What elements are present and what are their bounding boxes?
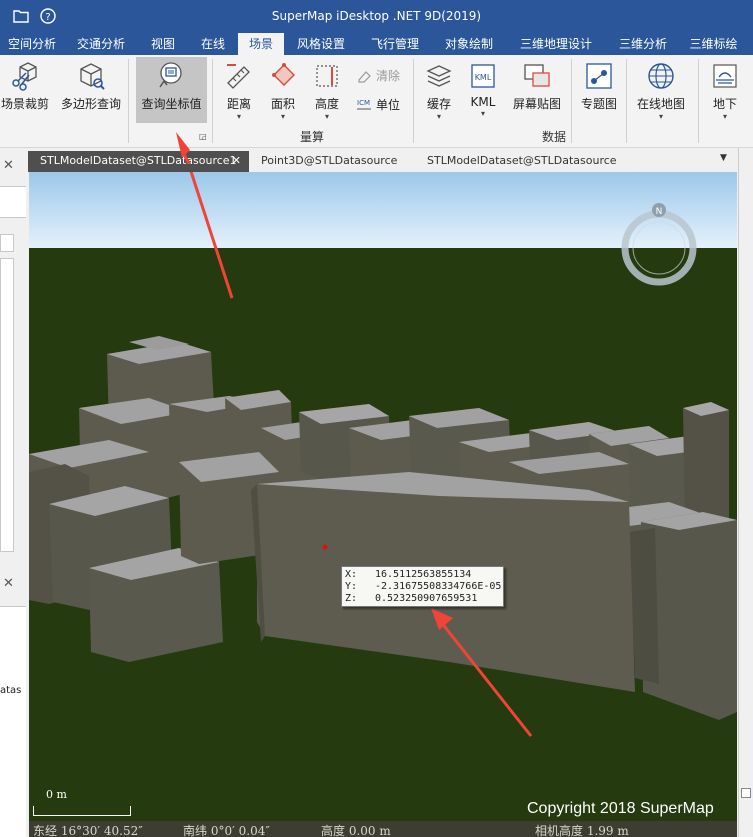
chevron-down-icon: ▾ [324, 112, 329, 121]
underground-icon [713, 64, 737, 88]
area-icon [272, 63, 295, 86]
workspace-tree[interactable] [0, 258, 14, 552]
polygon-query-icon [80, 63, 105, 90]
query-coordinate-icon [158, 62, 182, 88]
distance-button[interactable]: 距离 ▾ [222, 61, 256, 121]
close-icon[interactable]: ✕ [232, 151, 241, 171]
height-icon [316, 65, 338, 87]
group-label-measure: 量算 [300, 130, 325, 144]
scale-bar [33, 806, 131, 816]
ribbon-separator [698, 59, 699, 143]
group-expand-icon[interactable]: ◲ [199, 132, 207, 141]
title-bar: ? SuperMap iDesktop .NET 9D(2019) [0, 0, 753, 33]
document-tabs: STLModelDataset@STLDatasource1 ✕ Point3D… [28, 148, 738, 172]
coordinate-tooltip: X: 16.5112563855134 Y: -2.31675508334766E-… [341, 566, 504, 607]
kml-button[interactable]: KML KML ▾ [466, 61, 500, 118]
scene-clip-icon [12, 62, 37, 91]
thematic-map-icon [586, 63, 612, 89]
status-latitude: 南纬 0°0′ 0.04″ [183, 824, 270, 837]
status-longitude: 东经 16°30′ 40.52″ [33, 824, 143, 837]
status-bar: 东经 16°30′ 40.52″ 南纬 0°0′ 0.04″ 高度 0.00 m… [29, 821, 737, 837]
screen-paste-button[interactable]: 屏幕贴图 [511, 61, 563, 112]
tab-flight-management[interactable]: 飞行管理 [358, 33, 432, 55]
scene-render: N [29, 172, 737, 837]
kml-icon: KML [471, 64, 495, 88]
doc-tab-stl-model-1[interactable]: STLModelDataset@STLDatasource1 ✕ [28, 151, 249, 172]
sky [29, 172, 737, 248]
tab-3d-geodesign[interactable]: 三维地理设计 [506, 33, 606, 55]
tab-spatial-analysis[interactable]: 空间分析 [0, 33, 64, 55]
ribbon-separator [128, 59, 129, 143]
y-coordinate-value: -2.31675508334766E-05 [375, 581, 502, 592]
tab-traffic-analysis[interactable]: 交通分析 [64, 33, 138, 55]
globe-icon [648, 63, 674, 89]
x-coordinate-value: 16.5112563855134 [375, 569, 472, 580]
chevron-down-icon: ▾ [280, 112, 285, 121]
close-icon[interactable]: ✕ [3, 576, 14, 591]
status-camera-height: 相机高度 1.99 m [535, 824, 629, 837]
ribbon-panel: 场景裁剪 多边形查询 查询坐标值 ◲ 距离 ▾ 面积 ▾ 高度 ▾ 清除 ICM… [0, 55, 753, 148]
tab-3d-plotting[interactable]: 三维标绘 [680, 33, 747, 55]
ribbon-separator [413, 59, 414, 143]
compass-north-label: N [656, 207, 663, 217]
chevron-down-icon: ▾ [436, 112, 441, 121]
window-title: SuperMap iDesktop .NET 9D(2019) [271, 9, 482, 23]
tab-3d-analysis[interactable]: 三维分析 [606, 33, 680, 55]
clear-button[interactable]: 清除 [356, 67, 400, 84]
tab-scene[interactable]: 场景 [238, 33, 284, 55]
scene-viewport[interactable]: N [29, 172, 737, 837]
unit-icon: ICM [357, 99, 371, 109]
scene-clip-button[interactable]: 场景裁剪 [0, 61, 50, 112]
online-map-button[interactable]: 在线地图 ▾ [633, 61, 689, 121]
scale-label: 0 m [46, 788, 67, 801]
status-height: 高度 0.00 m [321, 824, 391, 837]
copyright-text: Copyright 2018 SuperMap [527, 800, 714, 817]
ribbon-tabs: 空间分析 交通分析 视图 在线 场景 风格设置 飞行管理 对象绘制 三维地理设计… [0, 33, 753, 55]
chevron-down-icon: ▾ [658, 112, 663, 121]
ribbon-separator [571, 59, 572, 143]
doc-tab-point3d[interactable]: Point3D@STLDatasource [249, 151, 415, 172]
area-button[interactable]: 面积 ▾ [266, 61, 300, 121]
svg-text:KML: KML [475, 73, 492, 82]
thematic-button[interactable]: 专题图 [578, 61, 620, 112]
group-label-data: 数据 [542, 130, 567, 144]
panel-checkbox[interactable] [741, 788, 751, 798]
doc-tab-stl-model[interactable]: STLModelDataset@STLDatasource [415, 151, 635, 172]
svg-text:ICM: ICM [357, 99, 370, 107]
eraser-icon [358, 70, 371, 83]
query-point-marker [322, 544, 328, 550]
left-dock-panel: ✕ ✕ atas [0, 148, 26, 837]
tab-object-drawing[interactable]: 对象绘制 [432, 33, 506, 55]
underground-button[interactable]: 地下 ▾ [707, 61, 743, 121]
z-coordinate-value: 0.523250907659531 [375, 593, 478, 604]
ribbon-separator [626, 59, 627, 143]
close-icon[interactable]: ✕ [3, 158, 14, 173]
query-coordinate-button[interactable]: 查询坐标值 [136, 57, 207, 123]
right-dock-panel [738, 148, 753, 837]
panel-input[interactable] [0, 234, 14, 252]
screen-paste-icon [524, 64, 550, 87]
cache-button[interactable]: 缓存 ▾ [422, 61, 456, 121]
tab-list-dropdown-icon[interactable]: ▼ [720, 153, 727, 163]
ribbon-separator [212, 59, 213, 143]
tab-style-settings[interactable]: 风格设置 [284, 33, 358, 55]
height-button[interactable]: 高度 ▾ [310, 61, 344, 121]
annotation-arrowhead [176, 132, 191, 164]
polygon-query-button[interactable]: 多边形查询 [58, 61, 124, 112]
tab-view[interactable]: 视图 [138, 33, 188, 55]
chevron-down-icon: ▾ [236, 112, 241, 121]
unit-button[interactable]: ICM 单位 [356, 96, 400, 113]
panel-area [0, 186, 26, 218]
cache-icon [426, 65, 452, 87]
ruler-icon [227, 64, 250, 89]
tab-online[interactable]: 在线 [188, 33, 238, 55]
layer-list[interactable]: atas [0, 606, 26, 837]
chevron-down-icon: ▾ [480, 109, 485, 118]
chevron-down-icon: ▾ [722, 112, 727, 121]
